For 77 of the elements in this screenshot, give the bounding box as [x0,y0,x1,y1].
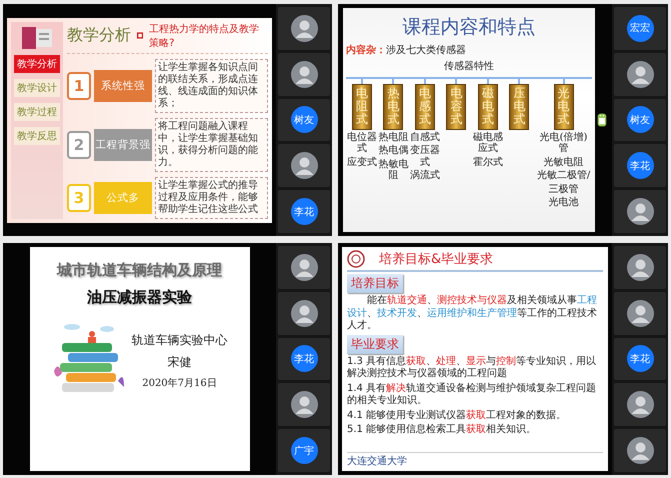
requirement-text: 能在轨道交通、测控技术与仪器及相关领域从事工程设计、技术开发、运用维护和生产管理等工作的工程技术人才。 [347,295,598,332]
presenter-name: 宋健 [168,354,192,371]
feature-description: 让学生掌握公式的推导过程及应用条件，能够帮助学生记住这些公式 [155,176,268,218]
sensor-example: 磁电感应式 [472,132,504,155]
user-avatar: 广宇 [290,437,318,464]
user-avatar: 树友 [290,106,318,134]
presentation-date: 2020年7月16日 [142,377,217,390]
sensor-type-label: 电容式 [446,84,466,130]
requirement-text: 4.1 能够使用专业测试仪器获取工程对象的数据。 [347,410,568,422]
avatar-photo-placeholder [290,152,318,180]
slide-title: 教学分析 [67,25,131,46]
slide-nav-item[interactable]: 教学设计 [14,78,60,96]
number-badge: 3 [67,184,91,212]
section-heading: 毕业要求 [347,334,403,354]
slide-subtitle: 油压减振器实验 [87,288,192,307]
sensor-type-label: 压电式 [509,84,530,130]
sensor-example: 电位器式 [346,132,378,155]
sensor-example: 三极管 [548,184,579,196]
sensor-example: 涡流式 [410,170,440,182]
sensor-type-label: 光电式 [554,84,574,130]
sensor-example: 热电偶 [378,145,408,157]
user-avatar: 李花 [290,345,318,372]
user-avatar: 宏宏 [626,14,654,42]
university-logo-icon [347,250,365,268]
slide-footer: 大连交通大学 [347,452,603,468]
content-line: 内容杂：涉及七大类传感器 [346,43,466,57]
sensor-type-label: 热电式 [383,84,404,130]
user-avatar: 李花 [290,198,318,226]
user-avatar: 李花 [626,152,654,180]
feature-label: 系统性强 [94,70,152,102]
requirement-text: 1.3 具有信息获取、处理、显示与控制等专业知识，用以解决测控技术与仪器领域的工程问题 [347,356,598,380]
slide-nav-item[interactable]: 教学反思 [14,126,60,144]
sensor-example: 光电(倍增)管 [538,132,588,155]
slide-nav-item[interactable]: 教学过程 [14,102,60,120]
requirement-text: 5.1 能够使用信息检索工具获取相关知识。 [347,424,538,436]
avatar-photo-placeholder [290,60,318,88]
avatar-photo-placeholder [626,391,654,418]
sensor-type-label: 磁电式 [478,84,498,130]
avatar-photo-placeholder [290,254,318,281]
book-icon [22,26,52,48]
square-bullet-icon [137,32,144,39]
slide-question: 工程热力学的特点及教学策略? [149,22,260,50]
feature-description: 将工程问题融入课程中，让学生掌握基础知识，获得分析问题的能力。 [155,118,268,172]
sensor-example: 变压器式 [409,145,441,168]
avatar-photo-placeholder [626,300,654,327]
feature-description: 让学生掌握各知识点间的联结关系，形成点连线、线连成面的知识体系； [155,58,268,112]
sensor-example: 霍尔式 [472,156,503,168]
user-avatar: 树友 [626,106,654,134]
section-heading: 培养目标 [347,274,403,293]
sensor-example: 应变式 [346,156,377,168]
sensor-example: 光电池 [548,197,579,209]
avatar-photo-placeholder [290,391,318,418]
slide-title: 城市轨道车辆结构及原理 [57,261,222,280]
avatar-photo-placeholder [626,437,654,464]
requirement-text: 1.4 具有解决轨道交通设备检测与维护领域复杂工程问题的相关专业知识。 [347,382,598,408]
avatar-photo-placeholder [290,14,318,42]
feature-label: 工程背景强 [94,128,152,160]
avatar-photo-placeholder [626,198,654,226]
avatar-photo-placeholder [626,254,654,281]
avatar-photo-placeholder [290,300,318,327]
slide-title: 培养目标&毕业要求 [379,251,494,268]
slide-nav-item[interactable]: 教学分析 [14,54,60,72]
sensor-type-label: 电感式 [414,84,435,130]
sensor-example: 自感式 [410,132,440,144]
slide-title: 课程内容和特点 [402,15,536,40]
feature-label: 公式多 [94,182,152,214]
number-badge: 2 [67,130,91,158]
avatar-photo-placeholder [626,60,654,88]
organization-name: 轨道车辆实验中心 [132,332,228,349]
sensor-type-label: 电阻式 [352,84,372,130]
sensor-example: 光敏二极管/ [536,170,590,182]
sensor-example: 热敏电阻 [378,158,410,182]
sensor-example: 热电阻 [378,132,408,144]
sensor-example: 光敏电阻 [544,156,584,168]
user-avatar: 李花 [626,345,654,372]
tree-root-label: 传感器特性 [444,60,494,73]
number-badge: 1 [67,72,91,100]
